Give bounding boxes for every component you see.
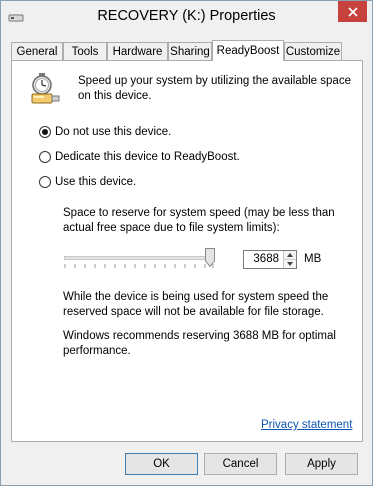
option-label: Dedicate this device to ReadyBoost.	[55, 151, 240, 163]
close-button[interactable]	[338, 1, 367, 22]
readyboost-description: Speed up your system by utilizing the av…	[78, 75, 351, 102]
option-label: Do not use this device.	[55, 126, 172, 138]
option-label: Use this device.	[55, 176, 137, 188]
tab-hardware[interactable]: Hardware	[107, 42, 168, 60]
reserve-size-input[interactable]: 3688	[244, 251, 283, 268]
stepper-up-button[interactable]	[284, 251, 296, 260]
tab-tools[interactable]: Tools	[63, 42, 107, 60]
option-dedicate[interactable]: Dedicate this device to ReadyBoost.	[39, 151, 240, 163]
tab-general[interactable]: General	[11, 42, 63, 60]
radio-button[interactable]	[39, 126, 51, 138]
reserve-size-stepper[interactable]: 3688	[243, 250, 297, 269]
slider-thumb[interactable]	[205, 248, 215, 267]
readyboost-stopwatch-usb-icon	[31, 73, 60, 104]
stepper-down-button[interactable]	[284, 260, 296, 268]
title-bar[interactable]: RECOVERY (K:) Properties	[1, 1, 372, 33]
close-icon	[347, 6, 358, 17]
chevron-up-icon	[287, 253, 293, 257]
tab-customize[interactable]: Customize	[284, 42, 342, 60]
readyboost-panel: Speed up your system by utilizing the av…	[11, 60, 363, 442]
storage-info-text: While the device is being used for syste…	[63, 291, 329, 318]
ok-button[interactable]: OK	[125, 453, 198, 475]
reserve-label: Space to reserve for system speed (may b…	[63, 207, 335, 234]
chevron-down-icon	[287, 262, 293, 266]
cancel-button[interactable]: Cancel	[204, 453, 277, 475]
window-title: RECOVERY (K:) Properties	[97, 8, 276, 24]
recommendation-text: Windows recommends reserving 3688 MB for…	[63, 330, 336, 357]
reserve-unit: MB	[304, 253, 322, 265]
option-use-device[interactable]: Use this device.	[39, 176, 136, 188]
radio-button[interactable]	[39, 176, 51, 188]
option-do-not-use[interactable]: Do not use this device.	[39, 126, 171, 138]
radio-button[interactable]	[39, 151, 51, 163]
privacy-statement-link[interactable]: Privacy statement	[261, 419, 352, 431]
tab-readyboost[interactable]: ReadyBoost	[212, 40, 284, 61]
stepper-buttons	[283, 251, 296, 268]
tab-sharing[interactable]: Sharing	[168, 42, 212, 60]
slider-ticks	[64, 264, 214, 268]
properties-dialog: RECOVERY (K:) Properties General Tools H…	[0, 0, 373, 486]
slider-track	[64, 256, 214, 260]
apply-button[interactable]: Apply	[285, 453, 358, 475]
reserve-slider[interactable]	[64, 248, 216, 270]
